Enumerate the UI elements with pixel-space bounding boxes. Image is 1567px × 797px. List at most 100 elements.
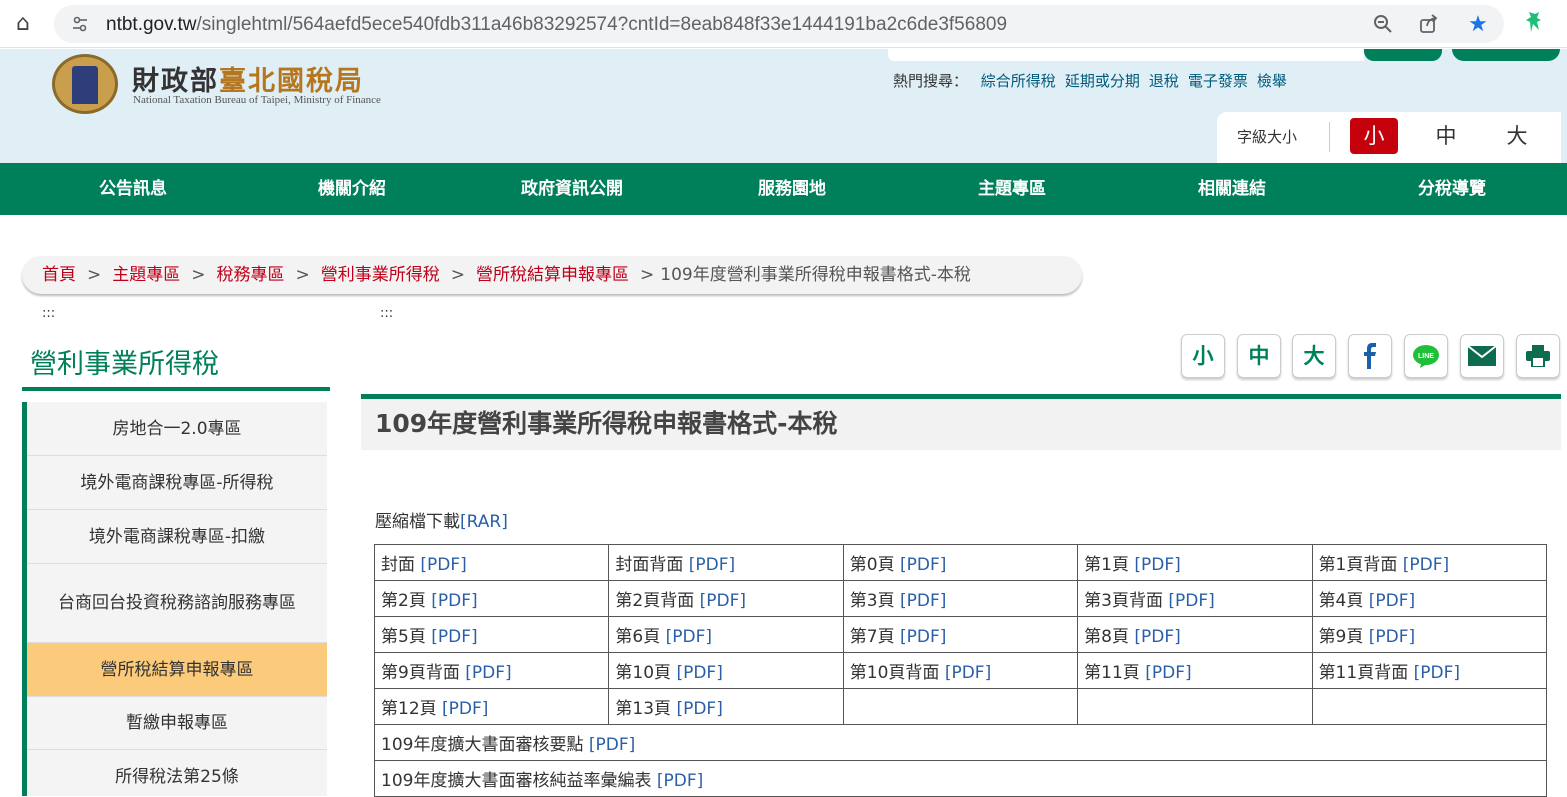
accesskey-left[interactable]: ::: bbox=[42, 306, 55, 321]
table-cell bbox=[842, 688, 1079, 725]
nav-item-topics[interactable]: 主題專區 bbox=[922, 163, 1102, 215]
font-size-switcher: 字級大小 小 中 大 bbox=[1217, 112, 1561, 164]
pdf-link[interactable]: [PDF] bbox=[689, 555, 735, 575]
text-large-button[interactable]: 大 bbox=[1292, 334, 1336, 378]
rar-link[interactable]: [RAR] bbox=[460, 512, 508, 532]
pdf-link[interactable]: [PDF] bbox=[666, 627, 712, 647]
table-cell: 第11頁 [PDF] bbox=[1077, 652, 1313, 689]
pdf-link[interactable]: [PDF] bbox=[1369, 591, 1415, 611]
font-size-label: 字級大小 bbox=[1237, 128, 1298, 146]
hot-link[interactable]: 檢舉 bbox=[1257, 72, 1287, 90]
pdf-link[interactable]: [PDF] bbox=[1403, 555, 1449, 575]
sidebar-item-provisional[interactable]: 暫繳申報專區 bbox=[27, 697, 327, 750]
hot-link[interactable]: 綜合所得稅 bbox=[981, 72, 1056, 90]
pdf-link[interactable]: [PDF] bbox=[1134, 627, 1180, 647]
site-info-icon[interactable] bbox=[72, 16, 88, 32]
pdf-link[interactable]: [PDF] bbox=[589, 735, 635, 755]
table-cell: 第2頁 [PDF] bbox=[373, 580, 610, 617]
table-cell bbox=[1311, 688, 1548, 725]
hot-link[interactable]: 退稅 bbox=[1149, 72, 1179, 90]
line-share-icon[interactable]: LINE bbox=[1404, 334, 1448, 378]
nav-item-links[interactable]: 相關連結 bbox=[1142, 163, 1322, 215]
pdf-link[interactable]: [PDF] bbox=[1145, 663, 1191, 683]
accesskey-center[interactable]: ::: bbox=[380, 306, 393, 321]
nav-item-announcements[interactable]: 公告訊息 bbox=[43, 163, 223, 215]
file-label: 第11頁 bbox=[1084, 663, 1140, 683]
sidebar-item-ecommerce-withholding[interactable]: 境外電商課稅專區-扣繳 bbox=[27, 510, 327, 564]
breadcrumb-home[interactable]: 首頁 bbox=[42, 265, 76, 285]
table-cell: 第2頁背面 [PDF] bbox=[608, 580, 844, 617]
table-cell: 第7頁 [PDF] bbox=[842, 616, 1079, 653]
pdf-link[interactable]: [PDF] bbox=[900, 591, 946, 611]
extension-icon[interactable] bbox=[1522, 10, 1550, 38]
print-icon[interactable] bbox=[1516, 334, 1560, 378]
pdf-link[interactable]: [PDF] bbox=[700, 591, 746, 611]
pdf-link[interactable]: [PDF] bbox=[465, 663, 511, 683]
site-logo-text[interactable]: 財政部臺北國稅局 bbox=[132, 59, 364, 98]
table-cell: 封面 [PDF] bbox=[373, 544, 610, 581]
sidebar-item-article-25[interactable]: 所得稅法第25條 bbox=[27, 750, 327, 796]
pdf-link[interactable]: [PDF] bbox=[900, 555, 946, 575]
pdf-link[interactable]: [PDF] bbox=[676, 663, 722, 683]
file-label: 第4頁 bbox=[1318, 591, 1364, 611]
pdf-link[interactable]: [PDF] bbox=[1369, 627, 1415, 647]
rar-download: 壓縮檔下載[RAR] bbox=[375, 507, 508, 532]
file-label: 第9頁背面 bbox=[381, 663, 460, 683]
breadcrumb-settlement[interactable]: 營所稅結算申報專區 bbox=[476, 265, 629, 285]
email-share-icon[interactable] bbox=[1460, 334, 1504, 378]
sidebar-item-settlement[interactable]: 營所稅結算申報專區 bbox=[27, 643, 327, 697]
sidebar-item-taiwan-business-return[interactable]: 台商回台投資稅務諮詢服務專區 bbox=[27, 564, 327, 643]
pdf-link[interactable]: [PDF] bbox=[1414, 663, 1460, 683]
font-medium-button[interactable]: 中 bbox=[1422, 118, 1470, 154]
file-label: 第7頁 bbox=[849, 627, 895, 647]
address-bar[interactable]: ntbt.gov.tw/singlehtml/564aefd5ece540fdb… bbox=[54, 5, 1504, 43]
sidebar-item-ecommerce-income[interactable]: 境外電商課稅專區-所得稅 bbox=[27, 456, 327, 510]
pdf-link[interactable]: [PDF] bbox=[431, 627, 477, 647]
font-small-button[interactable]: 小 bbox=[1350, 118, 1398, 154]
table-cell: 第3頁背面 [PDF] bbox=[1077, 580, 1313, 617]
breadcrumb-tax[interactable]: 稅務專區 bbox=[217, 265, 285, 285]
home-icon[interactable]: ⌂ bbox=[10, 11, 36, 37]
text-medium-button[interactable]: 中 bbox=[1237, 334, 1281, 378]
pdf-link[interactable]: [PDF] bbox=[945, 663, 991, 683]
pdf-link[interactable]: [PDF] bbox=[420, 555, 466, 575]
pdf-link[interactable]: [PDF] bbox=[442, 699, 488, 719]
pdf-link[interactable]: [PDF] bbox=[431, 591, 477, 611]
pdf-link[interactable]: [PDF] bbox=[676, 699, 722, 719]
logo-bureau: 臺北國稅局 bbox=[219, 66, 364, 97]
share-icon[interactable] bbox=[1418, 14, 1440, 36]
bookmark-star-icon[interactable]: ★ bbox=[1467, 14, 1489, 36]
table-cell: 第12頁 [PDF] bbox=[373, 688, 610, 725]
breadcrumb-business-tax[interactable]: 營利事業所得稅 bbox=[321, 265, 440, 285]
table-row: 第2頁 [PDF] 第2頁背面 [PDF] 第3頁 [PDF] 第3頁背面 [PDF]… bbox=[373, 580, 1548, 617]
bureau-seal-logo[interactable] bbox=[52, 54, 118, 114]
breadcrumb-topics[interactable]: 主題專區 bbox=[112, 265, 180, 285]
advanced-search-button[interactable] bbox=[1452, 49, 1560, 61]
table-cell: 第3頁 [PDF] bbox=[842, 580, 1079, 617]
site-header: 財政部臺北國稅局 National Taxation Bureau of Tai… bbox=[0, 49, 1567, 164]
nav-item-services[interactable]: 服務園地 bbox=[702, 163, 882, 215]
table-cell: 第1頁 [PDF] bbox=[1077, 544, 1313, 581]
zoom-icon[interactable] bbox=[1372, 14, 1394, 36]
file-label: 第0頁 bbox=[849, 555, 895, 575]
sidebar-menu: 房地合一2.0專區 境外電商課稅專區-所得稅 境外電商課稅專區-扣繳 台商回台投… bbox=[22, 402, 327, 796]
search-button[interactable] bbox=[1364, 49, 1442, 61]
nav-item-tax-guide[interactable]: 分稅導覽 bbox=[1362, 163, 1542, 215]
nav-item-about[interactable]: 機關介紹 bbox=[262, 163, 442, 215]
pdf-link[interactable]: [PDF] bbox=[1168, 591, 1214, 611]
sidebar-item-land-house-tax[interactable]: 房地合一2.0專區 bbox=[27, 402, 327, 456]
hot-link[interactable]: 延期或分期 bbox=[1065, 72, 1140, 90]
file-label: 第10頁背面 bbox=[849, 663, 940, 683]
font-large-button[interactable]: 大 bbox=[1493, 118, 1541, 154]
hot-link[interactable]: 電子發票 bbox=[1188, 72, 1248, 90]
file-label: 第2頁背面 bbox=[615, 591, 695, 611]
text-small-button[interactable]: 小 bbox=[1181, 334, 1225, 378]
file-label: 封面背面 bbox=[615, 555, 684, 575]
url-host: ntbt.gov.tw bbox=[106, 14, 197, 35]
pdf-link[interactable]: [PDF] bbox=[1134, 555, 1180, 575]
nav-item-gov-info[interactable]: 政府資訊公開 bbox=[482, 163, 662, 215]
facebook-share-icon[interactable] bbox=[1348, 334, 1392, 378]
search-input[interactable] bbox=[888, 49, 1364, 61]
pdf-link[interactable]: [PDF] bbox=[900, 627, 946, 647]
pdf-link[interactable]: [PDF] bbox=[657, 771, 703, 791]
